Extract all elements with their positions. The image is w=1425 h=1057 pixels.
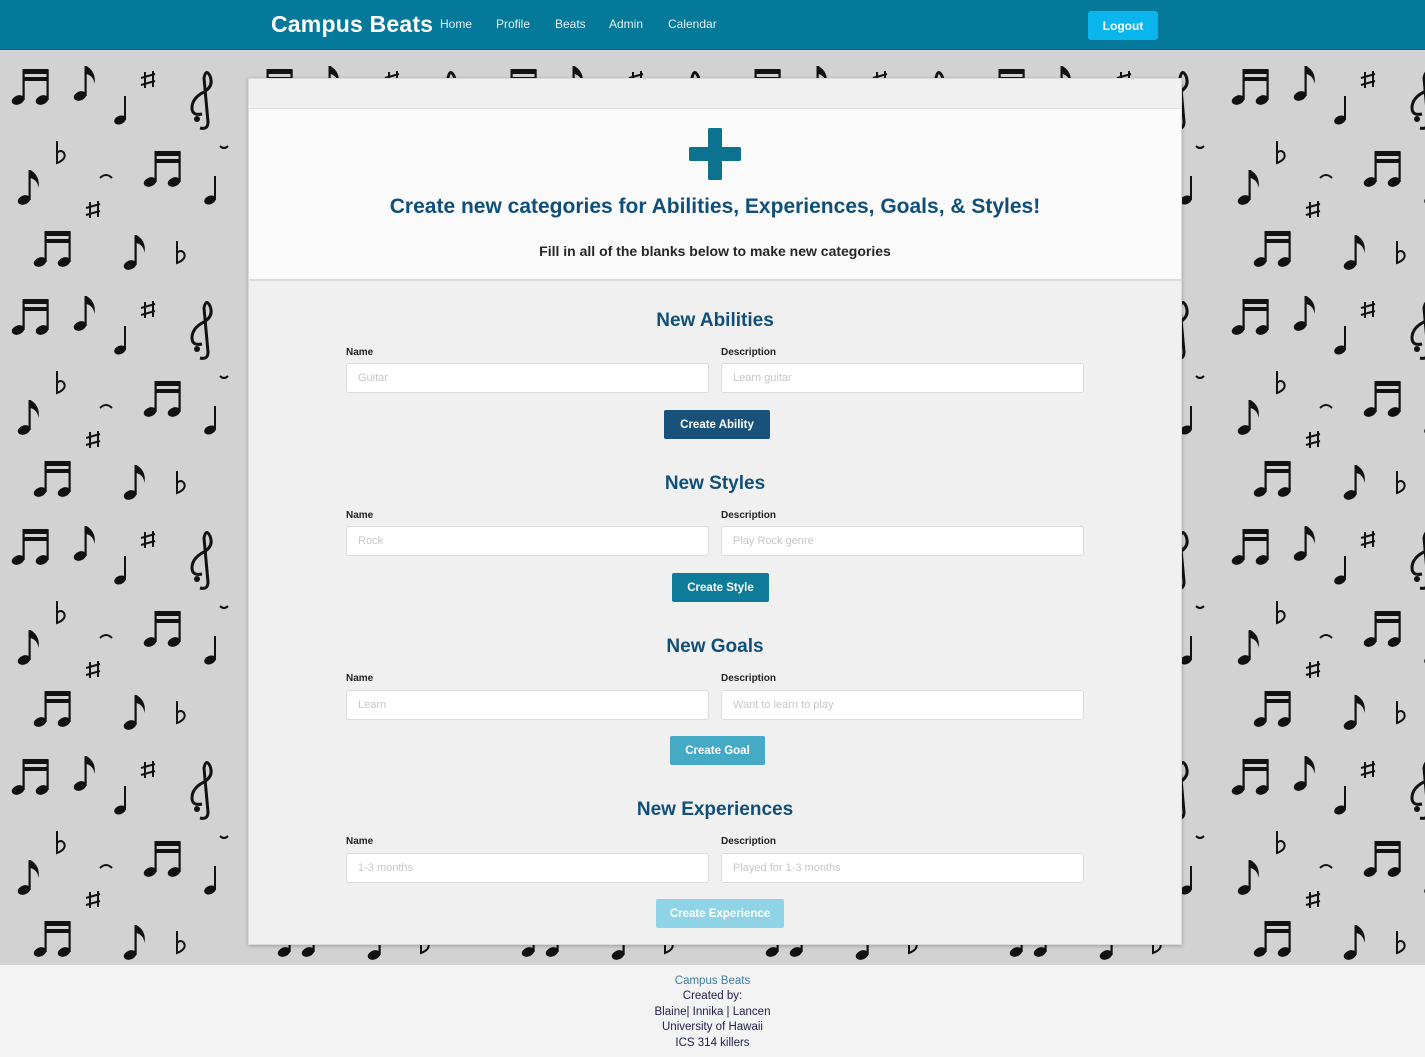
footer-created-by: Created by: [682, 990, 743, 1003]
ability-name-input[interactable] [346, 363, 709, 393]
nav-admin-link[interactable]: Admin [609, 17, 643, 31]
nav-home-link[interactable]: Home [440, 17, 472, 31]
abilities-title: New Abilities [656, 310, 774, 331]
footer-authors: Blaine| Innika | Lancen [654, 1005, 771, 1018]
styles-section: New Styles Name Description Create Style [346, 471, 1084, 606]
create-categories-card: Create new categories for Abilities, Exp… [248, 78, 1182, 945]
experiences-section: New Experiences Name Description Create … [346, 797, 1084, 932]
create-ability-button[interactable]: Create Ability [664, 410, 770, 439]
ability-name-label: Name [346, 347, 374, 358]
create-experience-button[interactable]: Create Experience [656, 899, 784, 928]
ability-description-label: Description [721, 347, 777, 358]
nav-profile-link[interactable]: Profile [496, 17, 530, 31]
ability-description-input[interactable] [721, 363, 1084, 393]
goal-description-label: Description [721, 673, 777, 684]
experience-description-input[interactable] [721, 853, 1084, 883]
footer-team: ICS 314 killers [675, 1036, 750, 1049]
page-title: Create new categories for Abilities, Exp… [389, 195, 1041, 218]
brand-logo-link[interactable]: Campus Beats [271, 11, 433, 38]
style-name-input[interactable] [346, 526, 709, 556]
style-description-input[interactable] [721, 526, 1084, 556]
nav-calendar-link[interactable]: Calendar [668, 17, 717, 31]
top-navbar: Campus Beats Home Profile Beats Admin Ca… [0, 0, 1425, 50]
footer-university: University of Hawaii [662, 1021, 763, 1034]
nav-beats-link[interactable]: Beats [555, 17, 586, 31]
page-subtitle: Fill in all of the blanks below to make … [539, 243, 891, 259]
experiences-title: New Experiences [636, 799, 794, 820]
experience-name-label: Name [346, 836, 374, 847]
plus-icon [689, 128, 741, 180]
hero-header: Create new categories for Abilities, Exp… [249, 109, 1181, 281]
goal-description-input[interactable] [721, 690, 1084, 720]
style-description-label: Description [721, 510, 777, 521]
styles-title: New Styles [664, 473, 766, 494]
create-style-button[interactable]: Create Style [672, 573, 769, 602]
goal-name-input[interactable] [346, 690, 709, 720]
footer-brand: Campus Beats [674, 975, 751, 987]
goals-title: New Goals [666, 636, 764, 657]
card-top-strip [249, 79, 1181, 109]
abilities-section: New Abilities Name Description Create Ab… [346, 308, 1084, 443]
goal-name-label: Name [346, 673, 374, 684]
goals-section: New Goals Name Description Create Goal [346, 634, 1084, 769]
style-name-label: Name [346, 510, 374, 521]
create-goal-button[interactable]: Create Goal [670, 736, 765, 765]
experience-description-label: Description [721, 836, 777, 847]
experience-name-input[interactable] [346, 853, 709, 883]
footer: Campus Beats Created by: Blaine| Innika … [0, 965, 1425, 1057]
logout-button[interactable]: Logout [1088, 11, 1158, 40]
